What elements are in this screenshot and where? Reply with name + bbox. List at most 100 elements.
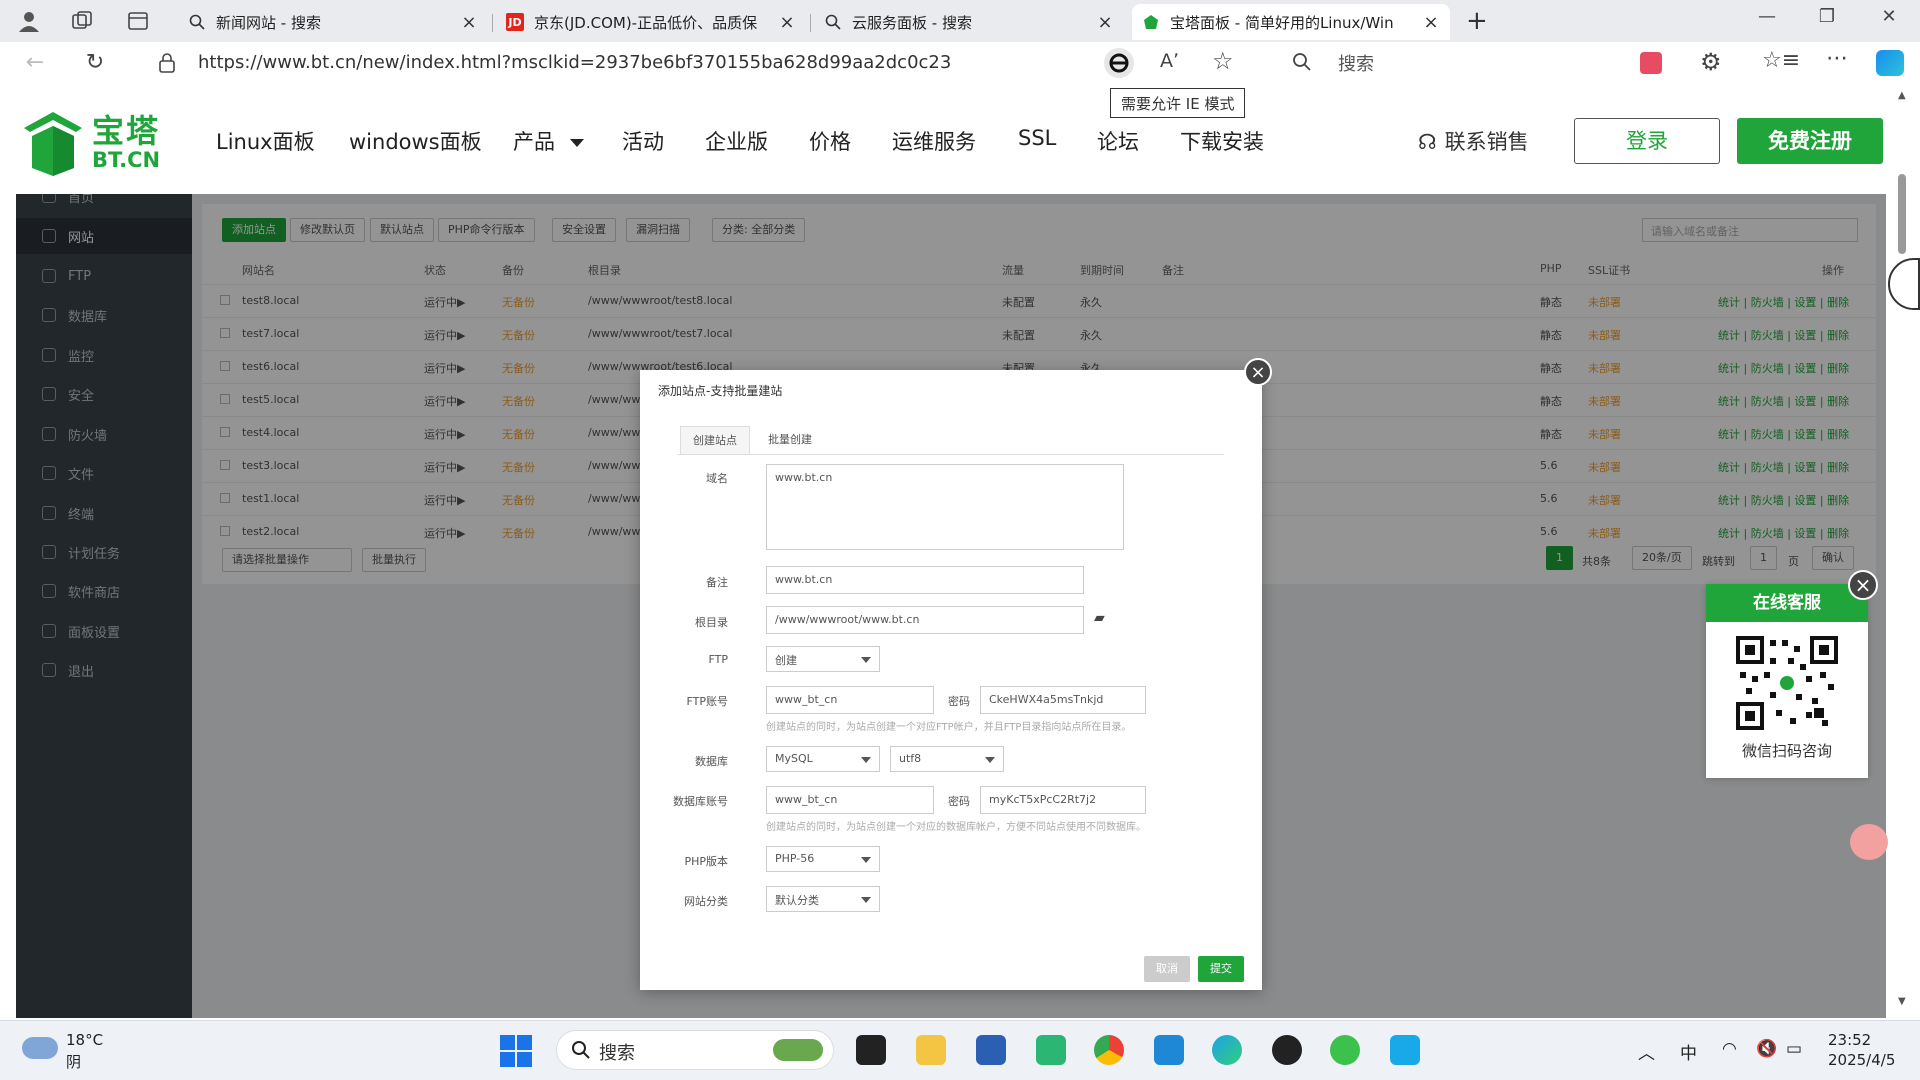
- scroll-thumb[interactable]: [1898, 174, 1906, 254]
- nav-download[interactable]: 下载安装: [1180, 126, 1264, 156]
- nav-windows-panel[interactable]: windows面板: [349, 126, 482, 156]
- tab-cloud-search[interactable]: 云服务面板 - 搜索 ×: [814, 4, 1124, 40]
- db-charset-select[interactable]: utf8: [890, 746, 1004, 772]
- tab-batch-create[interactable]: 批量创建: [756, 426, 824, 454]
- wechat-icon[interactable]: [1330, 1035, 1360, 1065]
- db-password-input[interactable]: myKcT5xPcC2Rt7j2: [980, 786, 1146, 814]
- ime-indicator[interactable]: 中: [1680, 1039, 1697, 1064]
- site-category-select[interactable]: 默认分类: [766, 886, 880, 912]
- tray-expand-icon[interactable]: ︿: [1638, 1039, 1655, 1064]
- ftp-account-input[interactable]: www_bt_cn: [766, 686, 934, 714]
- search-icon: [571, 1040, 591, 1065]
- chrome-icon[interactable]: [1094, 1035, 1124, 1065]
- db-type-value: MySQL: [775, 752, 813, 765]
- page-scrollbar[interactable]: ▲ ▼: [1888, 84, 1920, 1018]
- favorites-list-icon[interactable]: ☆≡: [1762, 48, 1800, 73]
- db-account-input[interactable]: www_bt_cn: [766, 786, 934, 814]
- db-hint: 创建站点的同时，为站点创建一个对应的数据库帐户，方便不同站点使用不同数据库。: [766, 822, 1146, 833]
- root-dir-input[interactable]: /www/wwwroot/www.bt.cn: [766, 606, 1084, 634]
- ie-mode-icon[interactable]: [1104, 48, 1134, 78]
- lock-icon[interactable]: [158, 53, 176, 77]
- folder-open-icon[interactable]: ▰: [1094, 610, 1105, 626]
- login-button[interactable]: 登录: [1574, 118, 1720, 164]
- windows-start-icon[interactable]: [500, 1035, 532, 1071]
- profile-icon[interactable]: [16, 8, 42, 34]
- copilot-icon[interactable]: [1876, 50, 1904, 76]
- tab-bt-panel[interactable]: 宝塔面板 - 简单好用的Linux/Win ×: [1132, 4, 1450, 40]
- extension-icon[interactable]: [1640, 52, 1662, 74]
- weather-description[interactable]: 阴: [66, 1051, 81, 1072]
- battery-icon[interactable]: ▭: [1786, 1039, 1802, 1059]
- search-icon: [188, 13, 206, 31]
- back-icon[interactable]: ←: [20, 50, 50, 75]
- tab-news-search[interactable]: 新闻网站 - 搜索 ×: [178, 4, 488, 40]
- scroll-up-icon[interactable]: ▲: [1898, 90, 1906, 101]
- search-input[interactable]: 搜索: [1280, 50, 1580, 78]
- php-version-label: PHP版本: [684, 855, 728, 868]
- file-explorer-icon[interactable]: [916, 1035, 946, 1065]
- taskbar-search-box[interactable]: 搜索: [556, 1030, 834, 1070]
- dialog-close-icon[interactable]: ×: [1244, 358, 1272, 386]
- more-menu-icon[interactable]: ⋯: [1826, 46, 1848, 71]
- clock-time[interactable]: 23:52: [1828, 1031, 1871, 1049]
- headset-icon: ☊: [1418, 130, 1437, 154]
- nav-pricing[interactable]: 价格: [809, 126, 851, 156]
- tab-create-site[interactable]: 创建站点: [680, 426, 750, 454]
- submit-button[interactable]: 提交: [1198, 956, 1244, 982]
- contact-sales-link[interactable]: ☊ 联系销售: [1418, 126, 1529, 156]
- favorite-star-icon[interactable]: ☆: [1212, 47, 1234, 75]
- store-icon[interactable]: [976, 1035, 1006, 1065]
- ftp-password-input[interactable]: CkeHWX4a5msTnkjd: [980, 686, 1146, 714]
- new-tab-icon[interactable]: +: [1466, 6, 1488, 36]
- url-field[interactable]: https://www.bt.cn/new/index.html?msclkid…: [198, 52, 951, 73]
- scroll-down-icon[interactable]: ▼: [1898, 996, 1906, 1007]
- register-button[interactable]: 免费注册: [1737, 118, 1883, 164]
- vscode-icon[interactable]: [1154, 1035, 1184, 1065]
- nav-forum[interactable]: 论坛: [1097, 126, 1139, 156]
- tab-title: 京东(JD.COM)-正品低价、品质保: [534, 13, 758, 32]
- feishu-icon[interactable]: [1390, 1035, 1420, 1065]
- database-label: 数据库: [695, 755, 728, 768]
- close-window-icon[interactable]: ✕: [1874, 6, 1904, 27]
- qq-icon[interactable]: [1272, 1035, 1302, 1065]
- nav-activities[interactable]: 活动: [622, 126, 664, 156]
- weather-temperature[interactable]: 18°C: [66, 1031, 103, 1049]
- ftp-hint: 创建站点的同时，为站点创建一个对应FTP帐户，并且FTP目录指向站点所在目录。: [766, 722, 1132, 733]
- browser-tab-bar: 新闻网站 - 搜索 × JD 京东(JD.COM)-正品低价、品质保 × 云服务…: [0, 0, 1920, 42]
- chat-float-icon[interactable]: [1850, 824, 1888, 860]
- task-view-icon[interactable]: [856, 1035, 886, 1065]
- site-category-value: 默认分类: [775, 894, 819, 907]
- mail-icon[interactable]: [1036, 1035, 1066, 1065]
- restore-icon[interactable]: ❐: [1812, 6, 1842, 27]
- read-aloud-icon[interactable]: Aʼ: [1160, 50, 1179, 72]
- workspaces-icon[interactable]: [70, 9, 94, 33]
- nav-linux-panel[interactable]: Linux面板: [216, 126, 315, 156]
- wifi-icon[interactable]: ◠: [1722, 1039, 1737, 1059]
- close-tab-icon[interactable]: ×: [1096, 12, 1114, 33]
- nav-ssl[interactable]: SSL: [1018, 126, 1056, 150]
- online-service-title[interactable]: 在线客服: [1706, 584, 1868, 622]
- cancel-button[interactable]: 取消: [1144, 956, 1190, 982]
- clock-date[interactable]: 2025/4/5: [1828, 1051, 1895, 1069]
- settings-gear-icon[interactable]: ⚙: [1700, 48, 1722, 76]
- db-type-select[interactable]: MySQL: [766, 746, 880, 772]
- nav-products[interactable]: 产品: [513, 126, 584, 156]
- refresh-icon[interactable]: ↻: [80, 50, 110, 75]
- remark-input[interactable]: www.bt.cn: [766, 566, 1084, 594]
- edge-icon[interactable]: [1212, 1035, 1242, 1065]
- minimize-icon[interactable]: —: [1752, 6, 1782, 27]
- close-tab-icon[interactable]: ×: [1422, 12, 1440, 33]
- close-tab-icon[interactable]: ×: [460, 12, 478, 33]
- weather-cloud-icon[interactable]: [22, 1037, 58, 1059]
- close-tab-icon[interactable]: ×: [778, 12, 796, 33]
- nav-ops-service[interactable]: 运维服务: [892, 126, 976, 156]
- ftp-select[interactable]: 创建: [766, 646, 880, 672]
- php-version-select[interactable]: PHP-56: [766, 846, 880, 872]
- nav-enterprise[interactable]: 企业版: [705, 126, 768, 156]
- domain-textarea[interactable]: www.bt.cn: [766, 464, 1124, 550]
- online-service-close-icon[interactable]: ×: [1848, 570, 1878, 600]
- volume-muted-icon[interactable]: 🔇: [1756, 1039, 1777, 1059]
- bt-logo[interactable]: 宝塔 BT.CN: [18, 106, 168, 176]
- tab-jd[interactable]: JD 京东(JD.COM)-正品低价、品质保 ×: [496, 4, 806, 40]
- tab-actions-icon[interactable]: [126, 9, 150, 33]
